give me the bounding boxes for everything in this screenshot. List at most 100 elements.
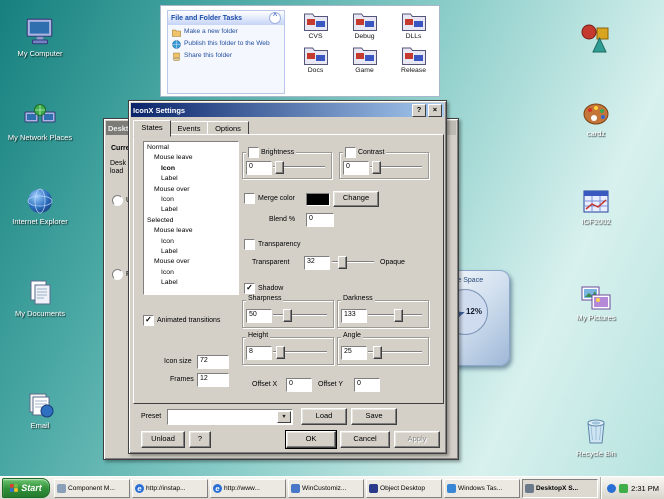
desktop-icon-my-network-places[interactable]: My Network Places [6, 92, 74, 143]
apply-button[interactable]: Apply [394, 431, 440, 448]
desktop-icon-cardz[interactable]: cardz [562, 88, 630, 139]
state-item[interactable]: Mouse leave [144, 226, 238, 236]
combo-dropdown-icon[interactable]: ▼ [277, 411, 291, 423]
state-item-selected[interactable]: Icon [144, 164, 238, 174]
save-button[interactable]: Save [351, 408, 397, 425]
collapse-chevron-icon[interactable]: ^ [269, 12, 281, 24]
tab-states[interactable]: States [133, 120, 171, 137]
radio-icon[interactable] [112, 195, 123, 206]
folder-item[interactable]: DLLs [389, 9, 438, 40]
radio-icon[interactable] [112, 269, 123, 280]
folder-item[interactable]: Docs [291, 43, 340, 74]
angle-slider[interactable] [368, 346, 422, 359]
sharpness-slider[interactable] [273, 309, 327, 322]
context-help-button[interactable]: ? [412, 103, 426, 117]
folder-item[interactable]: Game [340, 43, 389, 74]
contrast-value[interactable]: 0 [343, 161, 369, 175]
shadow-row[interactable]: ✓ Shadow [244, 283, 283, 294]
taskbar-item-windows-taskmgr[interactable]: Windows Tas... [444, 478, 520, 498]
height-slider[interactable] [273, 346, 327, 359]
icon-label: My Pictures [576, 313, 616, 322]
state-item[interactable]: Mouse over [144, 257, 238, 267]
preset-combo[interactable]: ▼ [167, 409, 293, 425]
ok-button[interactable]: OK [285, 430, 337, 449]
change-color-button[interactable]: Change [333, 191, 379, 207]
taskbar-item-browser-1[interactable]: e http://instap... [132, 478, 208, 498]
close-button[interactable]: × [428, 103, 442, 117]
state-item[interactable]: Normal [144, 143, 238, 153]
state-item[interactable]: Label [144, 174, 238, 184]
darkness-slider[interactable] [368, 309, 422, 322]
blend-field[interactable]: 0 [306, 213, 334, 227]
merge-color-checkbox[interactable] [244, 193, 255, 204]
taskbar-item-browser-2[interactable]: e http://www... [210, 478, 286, 498]
color-swatch[interactable] [306, 193, 330, 206]
tray-icon-1[interactable] [607, 483, 617, 493]
folder-item[interactable]: Debug [340, 9, 389, 40]
state-item[interactable]: Mouse leave [144, 153, 238, 163]
height-value[interactable]: 8 [246, 346, 272, 360]
state-item[interactable]: Label [144, 205, 238, 215]
desktop-icon-igf2002[interactable]: IGF2002 [562, 176, 630, 227]
sharpness-value[interactable]: 50 [246, 309, 272, 323]
icon-label: Email [30, 421, 50, 430]
state-item[interactable]: Label [144, 247, 238, 257]
animated-transitions-row[interactable]: ✓ Animated transitions [143, 315, 220, 326]
transparency-checkbox[interactable] [244, 239, 255, 250]
folder-item[interactable]: CVS [291, 9, 340, 40]
desktop-icon-internet-explorer[interactable]: Internet Explorer [6, 176, 74, 227]
taskbar-item-object-desktop[interactable]: Object Desktop [366, 478, 442, 498]
desktop-icon-my-computer[interactable]: My Computer [6, 8, 74, 59]
dialog-help-button[interactable]: ? [189, 431, 211, 448]
icon-size-field[interactable]: 72 [197, 355, 229, 369]
state-item[interactable]: Label [144, 278, 238, 288]
desktop-icon-shapes[interactable] [562, 14, 630, 54]
taskbar-item-component-manager[interactable]: Component M... [54, 478, 130, 498]
unload-button[interactable]: Unload [141, 431, 185, 448]
3d-shapes-icon [562, 14, 630, 54]
transparency-field[interactable]: 32 [304, 256, 330, 270]
cancel-button[interactable]: Cancel [340, 431, 390, 448]
frames-field[interactable]: 12 [197, 373, 229, 387]
offset-y-field[interactable]: 0 [354, 378, 380, 392]
taskbar-item-wincustomize[interactable]: WinCustomiz... [288, 478, 364, 498]
sharpness-group: Sharpness 50 [242, 295, 334, 328]
contrast-checkbox[interactable] [345, 147, 356, 158]
states-listbox[interactable]: Normal Mouse leave Icon Label Mouse over… [143, 141, 239, 295]
iconx-titlebar[interactable]: IconX Settings ? × [131, 103, 444, 117]
desktop-icon-my-pictures[interactable]: My Pictures [562, 272, 630, 323]
brightness-value[interactable]: 0 [246, 161, 272, 175]
desktop-icon-my-documents[interactable]: My Documents [6, 268, 74, 319]
shadow-checkbox[interactable]: ✓ [244, 283, 255, 294]
merge-color-row[interactable]: Merge color [244, 193, 295, 204]
task-make-new-folder[interactable]: Make a new folder [168, 25, 284, 37]
brightness-checkbox[interactable] [248, 147, 259, 158]
state-item[interactable]: Icon [144, 237, 238, 247]
taskbar-item-desktopx-settings[interactable]: DesktopX S... [522, 478, 598, 498]
web-globe-icon [172, 40, 181, 49]
icon-label: My Network Places [7, 133, 73, 142]
transparency-row[interactable]: Transparency [244, 239, 301, 250]
desktop-icon-recycle-bin[interactable]: Recycle Bin [562, 408, 630, 459]
contrast-slider[interactable] [370, 161, 422, 174]
darkness-value[interactable]: 133 [341, 309, 367, 323]
tray-icon-2[interactable] [619, 483, 629, 493]
states-tab-page: Normal Mouse leave Icon Label Mouse over… [133, 134, 444, 404]
state-item[interactable]: Mouse over [144, 185, 238, 195]
state-item[interactable]: Icon [144, 268, 238, 278]
state-item[interactable]: Icon [144, 195, 238, 205]
transparency-slider[interactable] [332, 256, 374, 269]
task-publish-to-web[interactable]: Publish this folder to the Web [168, 37, 284, 49]
free-space-percent: 12% [465, 307, 482, 316]
desktop-icon-email[interactable]: Email [6, 380, 74, 431]
brightness-slider[interactable] [273, 161, 325, 174]
load-button[interactable]: Load [301, 408, 347, 425]
task-share-folder[interactable]: Share this folder [168, 49, 284, 61]
folder-item[interactable]: Release [389, 43, 438, 74]
angle-value[interactable]: 25 [341, 346, 367, 360]
animated-transitions-checkbox[interactable]: ✓ [143, 315, 154, 326]
state-item[interactable]: Selected [144, 216, 238, 226]
offset-x-field[interactable]: 0 [286, 378, 312, 392]
start-button[interactable]: Start [2, 478, 50, 498]
ie-icon: e [213, 483, 222, 493]
